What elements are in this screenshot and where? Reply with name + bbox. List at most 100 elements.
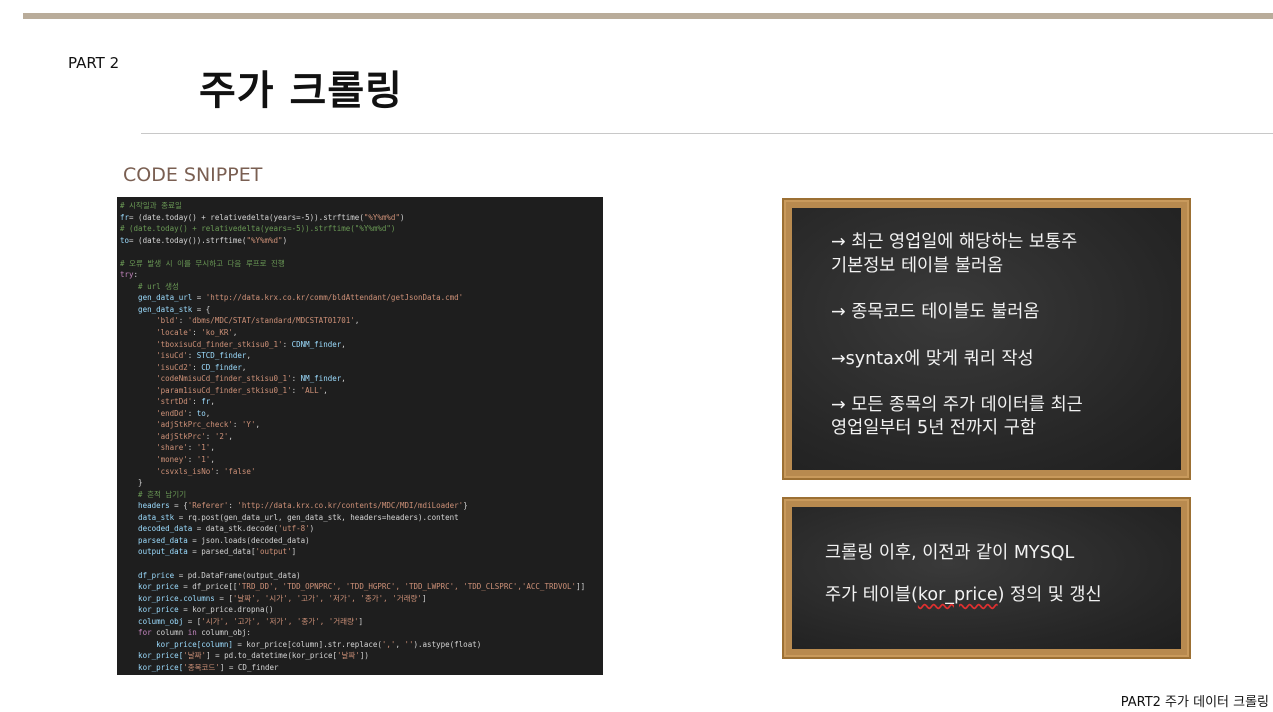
code-token: 'adjStkPrc_check' — [120, 420, 233, 430]
code-token: gen_data_stk — [120, 304, 193, 314]
code-token: 'dbms/MDC/STAT/standard/MDCSTAT01701' — [187, 316, 355, 326]
code-token: 'isuCd2' — [120, 362, 193, 372]
code-token: : — [282, 339, 292, 349]
code-token: = — [192, 293, 206, 303]
code-line: } — [120, 477, 599, 489]
code-token: : — [192, 397, 202, 407]
chalkboard-2-line-2: 주가 테이블(kor_price) 정의 및 갱신 — [825, 584, 1102, 607]
code-token: : — [133, 270, 139, 280]
code-token: CDNM_finder — [291, 339, 342, 349]
code-token: # url 생성 — [120, 281, 179, 291]
code-token: '날짜' — [337, 651, 360, 661]
code-token: : — [187, 455, 197, 465]
code-token: kor_price — [120, 605, 179, 615]
code-token: , — [341, 339, 346, 349]
code-token: : — [192, 328, 202, 338]
code-token: NM_finder — [300, 374, 342, 384]
code-line: 'locale': 'ko_KR', — [120, 327, 599, 339]
code-line: 'param1isuCd_finder_stkisu0_1': 'ALL', — [120, 385, 599, 397]
code-token: 'bld' — [120, 316, 179, 326]
code-token: 'isuCd' — [120, 351, 188, 361]
code-line: # 오류 발생 시 이를 무시하고 다음 루프로 진행 — [120, 258, 599, 270]
code-token: } — [120, 478, 143, 488]
code-token: ] — [421, 593, 427, 603]
code-token: , — [354, 316, 360, 326]
code-line: column_obj = ['시가', '고가', '저가', '종가', '거… — [120, 616, 599, 628]
code-token: 'http://data.krx.co.kr/contents/MDC/MDI/… — [237, 501, 464, 511]
code-token: : — [187, 351, 197, 361]
code-token: '종목코드' — [183, 662, 220, 672]
code-token: '날짜', '시가', '고가', '저가', '종가', '거래량' — [232, 593, 422, 603]
code-line: kor_price['종목코드'] = CD_finder — [120, 662, 599, 674]
code-line: 'isuCd': STCD_finder, — [120, 350, 599, 362]
code-token: parsed_data — [120, 535, 188, 545]
code-token: = df_price[[ — [178, 582, 238, 592]
title-divider — [141, 133, 1273, 134]
code-token: , — [255, 420, 260, 430]
part-label: PART 2 — [68, 54, 120, 72]
code-line: gen_data_url = 'http://data.krx.co.kr/co… — [120, 292, 599, 304]
code-line: 'tboxisuCd_finder_stkisu0_1': CDNM_finde… — [120, 339, 599, 351]
code-token: ] = CD_finder — [219, 662, 279, 672]
spellcheck-underlined-term: kor_price — [917, 585, 998, 605]
code-line: 'codeNmisuCd_finder_stkisu0_1': NM_finde… — [120, 373, 599, 385]
code-token: : — [178, 316, 188, 326]
chalkboard-2-surface: 크롤링 이후, 이전과 같이 MYSQL 주가 테이블(kor_price) 정… — [792, 507, 1181, 649]
code-line: parsed_data = json.loads(decoded_data) — [120, 535, 599, 547]
code-token: # 오류 발생 시 이를 무시하고 다음 루프로 진행 — [120, 258, 285, 268]
code-token: 'adjStkPrc' — [120, 431, 206, 441]
code-line: df_price = pd.DataFrame(output_data) — [120, 570, 599, 582]
code-token: ]] — [576, 582, 586, 592]
code-line: 'money': '1', — [120, 454, 599, 466]
code-token: ] = pd.to_datetime(kor_price[ — [206, 651, 338, 661]
code-token: ]) — [359, 651, 369, 661]
code-line: 'strtDd': fr, — [120, 396, 599, 408]
chalkboard-1-line-3: → 종목코드 테이블도 불러옴 — [831, 302, 1040, 322]
footer-label: PART2 주가 데이터 크롤링 — [1120, 695, 1269, 710]
code-token: 'csvxls_isNo' — [120, 466, 215, 476]
code-line: 'bld': 'dbms/MDC/STAT/standard/MDCSTAT01… — [120, 315, 599, 327]
code-token: } — [463, 501, 468, 511]
code-line: 'csvxls_isNo': 'false' — [120, 466, 599, 478]
code-token: = { — [192, 304, 211, 314]
code-token: 'money' — [120, 455, 188, 465]
code-token: data_stk — [120, 512, 175, 522]
code-token: : — [291, 374, 301, 384]
section-label: CODE SNIPPET — [123, 164, 263, 186]
code-token: gen_data_url — [120, 293, 193, 303]
code-line: output_data = parsed_data['output'] — [120, 546, 599, 558]
code-snippet-image: # 시작일과 종료일 fr= (date.today() + relativede… — [117, 197, 603, 675]
code-token: = parsed_data[ — [187, 547, 256, 557]
code-line: kor_price = kor_price.dropna() — [120, 604, 599, 616]
code-token: , — [210, 455, 215, 465]
code-token: 'tboxisuCd_finder_stkisu0_1' — [120, 339, 283, 349]
code-token: # 시작일과 종료일 — [120, 201, 182, 210]
code-token: "%Y%m%d" — [246, 235, 283, 245]
code-token: 'output' — [255, 547, 292, 557]
code-token: '날짜' — [183, 651, 207, 661]
code-token: ] — [358, 616, 363, 626]
code-token: kor_price[ — [120, 662, 184, 672]
chalkboard-2-line-2-post: ) 정의 및 갱신 — [997, 585, 1102, 605]
code-token: 'strtDd' — [120, 397, 193, 407]
code-token: ).astype(float) — [413, 639, 482, 649]
code-line: headers = {'Referer': 'http://data.krx.c… — [120, 500, 599, 512]
code-token: fr — [120, 212, 130, 222]
code-line: to= (date.today()).strftime("%Y%m%d") — [120, 235, 599, 247]
code-token: : — [205, 431, 215, 441]
code-token: CD_finder — [201, 362, 242, 372]
code-token: , — [246, 351, 251, 361]
code-line: gen_data_stk = { — [120, 304, 599, 316]
code-token: decoded_data — [120, 524, 193, 534]
slide-title: 주가 크롤링 — [199, 68, 403, 114]
chalkboard-1-surface: → 최근 영업일에 해당하는 보통주 기본정보 테이블 불러옴 → 종목코드 테… — [792, 208, 1181, 470]
chalkboard-2-line-2-pre: 주가 테이블( — [825, 585, 918, 605]
chalkboard-1-line-2: 기본정보 테이블 불러옴 — [831, 256, 1004, 276]
code-token: 'false' — [223, 466, 256, 476]
code-token: : — [291, 385, 301, 395]
code-token: , — [241, 362, 247, 372]
code-token: ) — [309, 524, 315, 534]
code-line: for column in column_obj: — [120, 627, 599, 639]
code-token: , — [323, 385, 328, 395]
